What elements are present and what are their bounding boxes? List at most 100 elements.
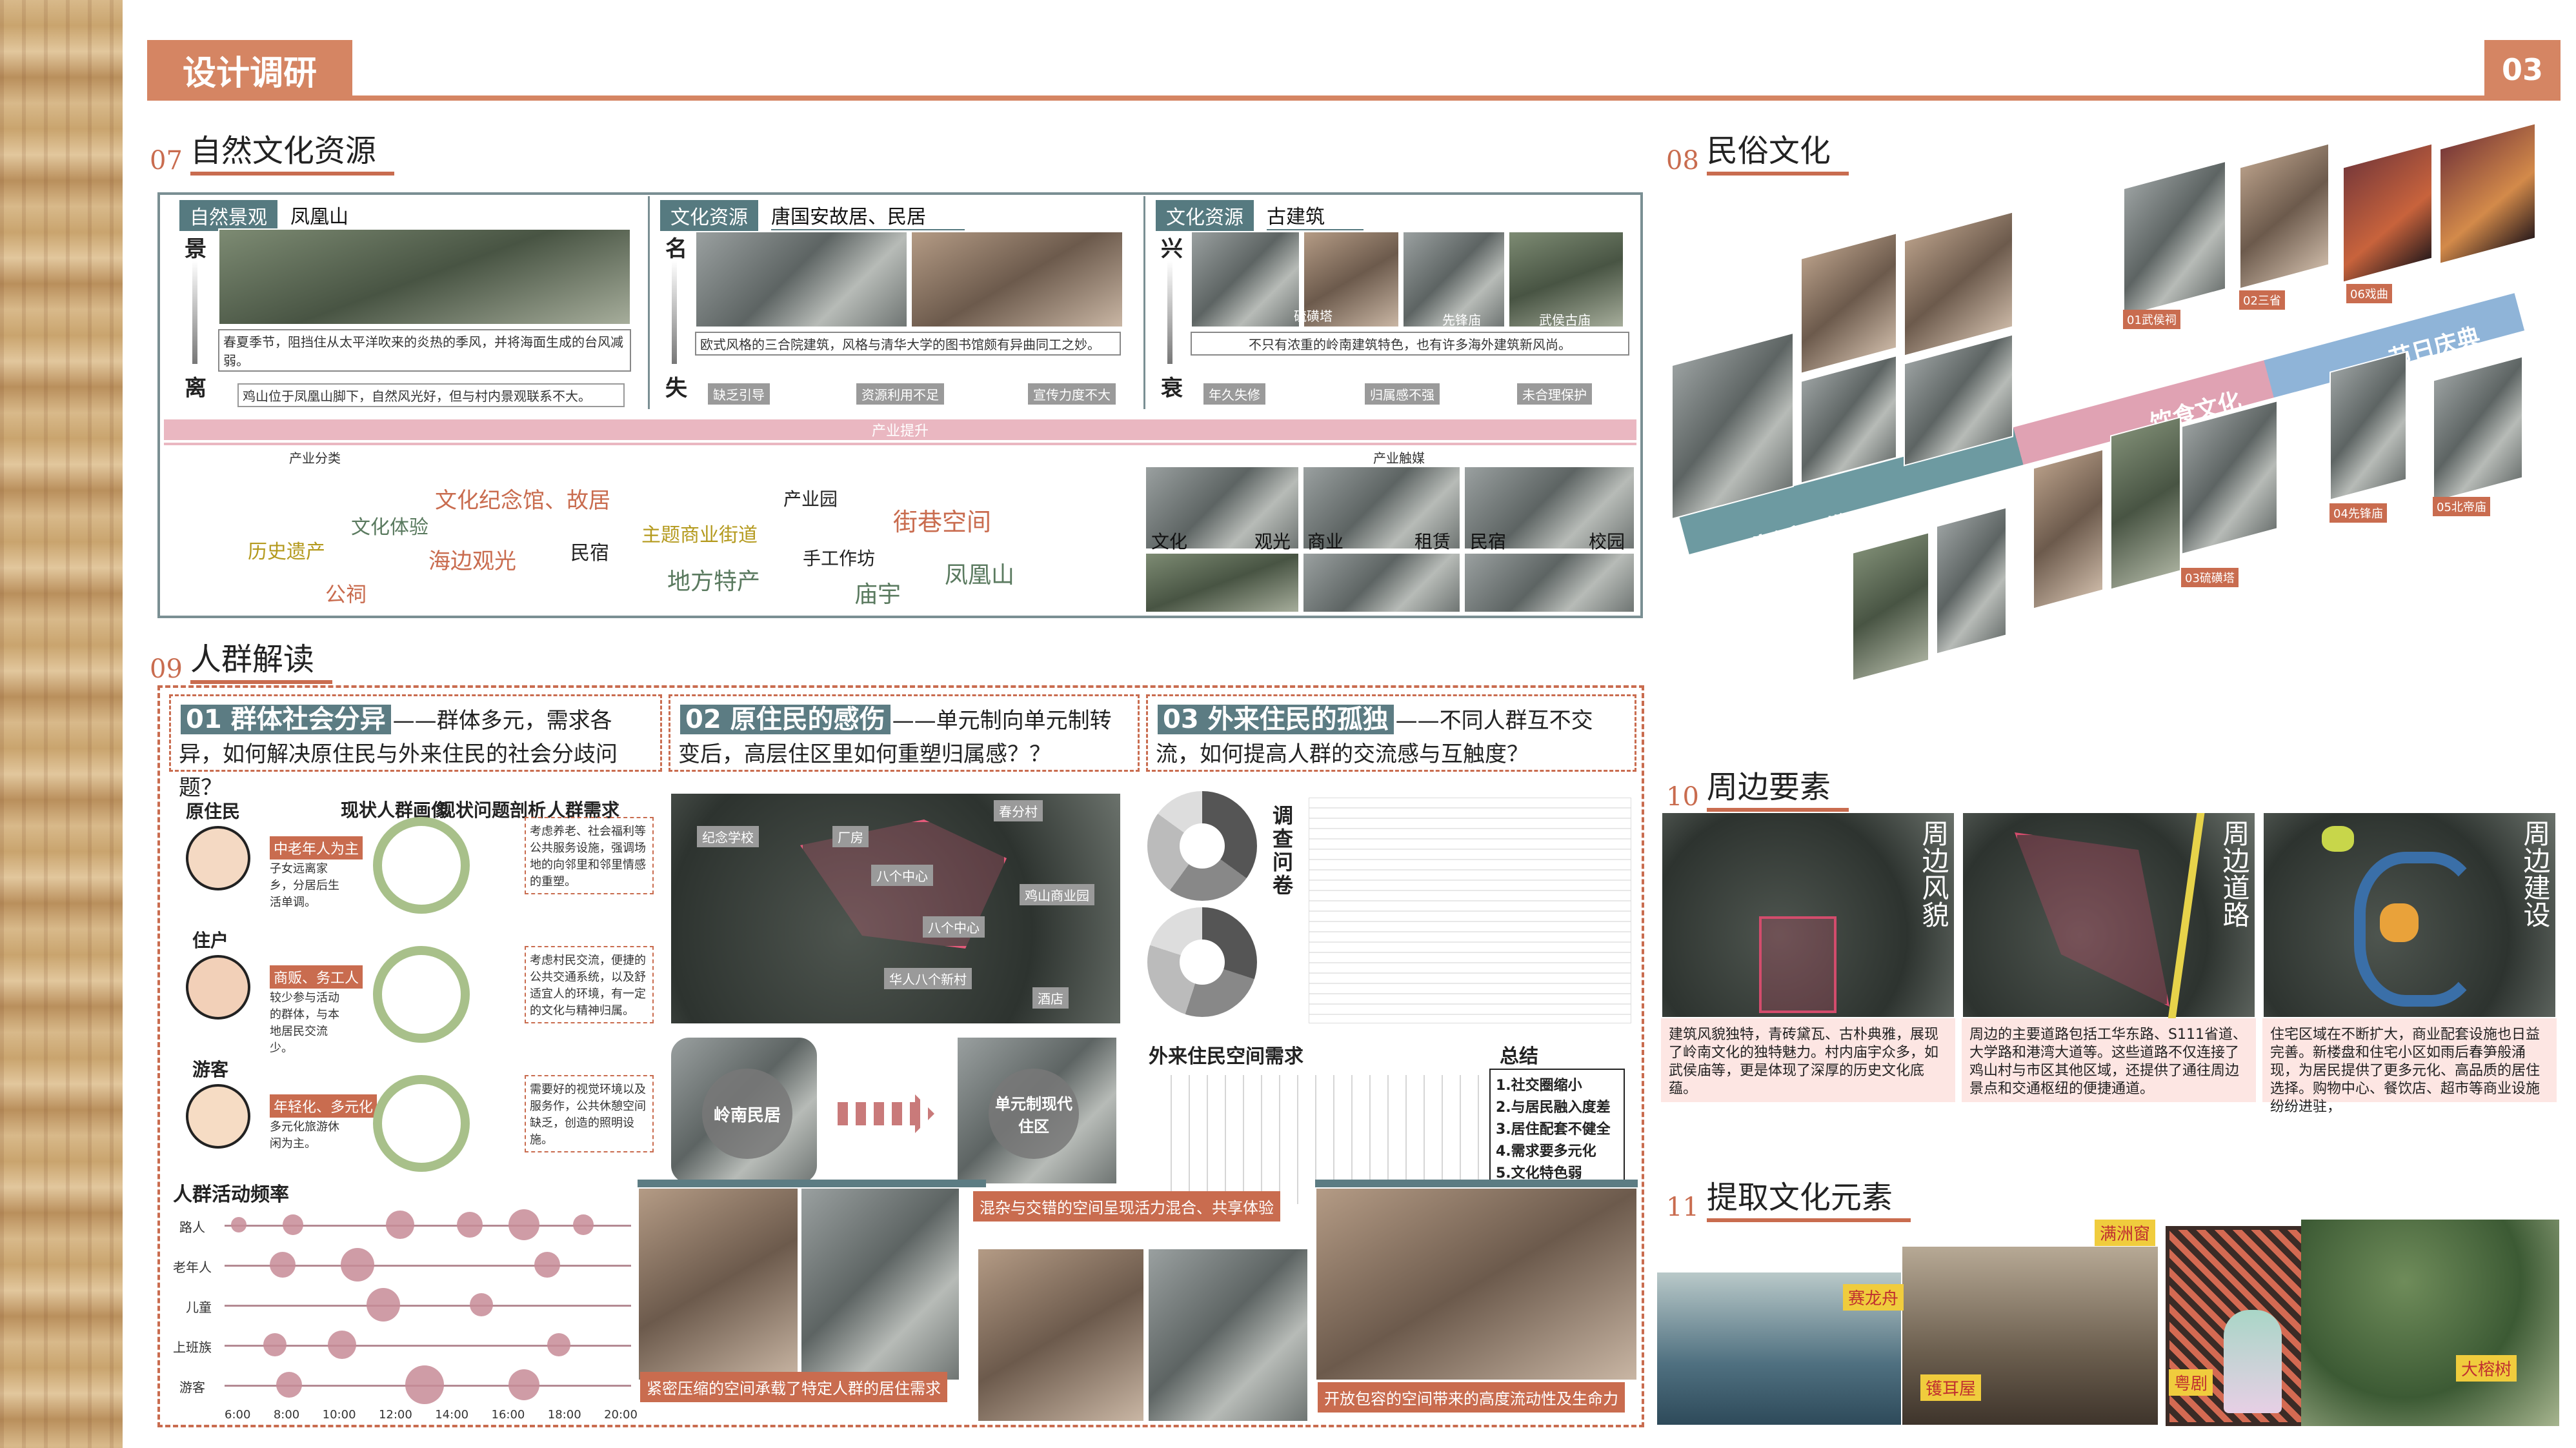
photo-caption: 开放包容的空间带来的高度流动性及生命力 — [1318, 1382, 1625, 1413]
resource-desc: 欧式风格的三合院建筑，风格与清华大学的图书馆颇有异曲同工之妙。 — [695, 332, 1121, 356]
folk-photo — [2239, 143, 2329, 290]
section-number: 09 — [150, 654, 183, 684]
side-top: 景 — [185, 236, 206, 262]
survey-title: 调查问卷 — [1273, 803, 1294, 898]
industry-word: 海边观光 — [428, 548, 516, 574]
street-photo — [1147, 1248, 1309, 1422]
freq-tick: 12:00 — [378, 1408, 412, 1422]
summary-item: 3.居住配套不健全 — [1496, 1121, 1611, 1138]
cantonese-opera-figure — [2224, 1310, 2282, 1413]
resource-desc-2: 鸡山位于凤凰山脚下，自然风光好，但与村内景观联系不大。 — [237, 383, 625, 407]
summary-title: 总结 — [1500, 1045, 1538, 1068]
photo-bar — [638, 1180, 986, 1187]
folk-photo — [2433, 356, 2523, 503]
map-label: 八个中心 — [871, 865, 933, 886]
section-number: 07 — [150, 146, 183, 176]
survey-sheet — [1309, 798, 1631, 1023]
freq-tick: 18:00 — [547, 1408, 581, 1422]
persona-name: 原住民 — [186, 801, 241, 822]
panel-text: 住宅区域在不断扩大，商业配套设施也日益完善。新楼盘和住宅小区如雨后春笋般涌现，为… — [2262, 1018, 2557, 1115]
section-number: 10 — [1666, 782, 1699, 812]
section-label: 提取文化元素 — [1706, 1172, 1911, 1222]
persona-need: 需要好的视觉环境以及服务作，公共休憩空间缺乏，创造的照明设施。 — [525, 1075, 654, 1152]
issue-label: 资源利用不足 — [856, 383, 944, 405]
folk-photo — [2033, 448, 2104, 610]
grid-label: 租赁 — [1414, 531, 1451, 552]
resource-name: 凤凰山 — [290, 201, 387, 230]
resource-name: 唐国安故居、民居 — [771, 201, 965, 230]
panel-text: 周边的主要道路包括工华东路、S111省道、大学路和港湾大道等。这些道路不仅连接了… — [1962, 1018, 2256, 1102]
section-09-title: 09 人群解读 — [150, 634, 332, 684]
persona-row: 住户 商贩、务工人 较少参与活动的群体，与本地居民交流少。 考虑村民交流，便捷的… — [173, 927, 663, 1055]
folk-photo — [2181, 399, 2278, 556]
culture-elements-collage: 赛龙舟 满洲窗 镬耳屋 粤剧 大榕树 — [1656, 1220, 2559, 1433]
folk-caption: 06戏曲 — [2346, 284, 2392, 303]
site-boundary — [2015, 832, 2169, 1007]
element-tag: 赛龙舟 — [1843, 1284, 1904, 1311]
grid-label: 民宿 — [1470, 531, 1507, 552]
section-number: 11 — [1666, 1192, 1699, 1222]
issue-head-title: 01 群体社会分异 — [179, 703, 393, 736]
problem-ring — [373, 1075, 470, 1172]
flow-right-label: 单元制现代住区 — [989, 1069, 1079, 1159]
banyan-tree-photo — [2301, 1220, 2559, 1426]
surroundings-map: 周边建设 — [2262, 812, 2557, 1018]
frequency-title: 人群活动频率 — [173, 1183, 289, 1206]
photo-label: 硫磺塔 — [1294, 308, 1333, 324]
side-arrow — [192, 261, 197, 364]
summary-item: 1.社交圈缩小 — [1496, 1078, 1582, 1094]
resource-tag: 文化资源 — [660, 200, 758, 231]
persona-tag: 中老年人为主 — [270, 836, 363, 860]
grid-photo — [1464, 552, 1635, 613]
crowd-analysis-panel: 01 群体社会分异 ——群体多元，需求各异，如何解决原住民与外来住民的社会分歧问题… — [157, 685, 1644, 1427]
industry-word: 产业园 — [783, 488, 838, 510]
street-photo — [977, 1248, 1145, 1422]
persona-tag: 年轻化、多元化 — [270, 1094, 377, 1118]
map-label: 华人八个新村 — [884, 968, 972, 989]
persona-row: 游客 年轻化、多元化 多元化旅游休闲为主。 需要好的视觉环境以及服务作，公共休憩… — [173, 1056, 663, 1178]
side-bottom: 离 — [185, 376, 206, 401]
development-marker — [2380, 903, 2419, 942]
folk-photo — [2329, 350, 2407, 501]
industry-word: 手工作坊 — [803, 548, 876, 569]
resource-desc: 春夏季节，阻挡住从太平洋吹来的炎热的季风，并将海面生成的台风减弱。 — [218, 329, 631, 372]
resource-name: 古建筑 — [1267, 201, 1363, 230]
folk-caption: 02三省 — [2239, 290, 2285, 310]
resource-desc: 不只有浓重的岭南建筑特色，也有许多海外建筑新风尚。 — [1191, 332, 1629, 356]
issue-head: 02 原住民的感伤 ——单元制向单元制转变后，高层住区里如何重塑归属感？？ — [669, 694, 1140, 772]
frequency-chart: 路人 老年人 儿童 上班族 游客 6:00 8:00 10:00 12:00 1… — [173, 1209, 644, 1423]
resource-column-2: 文化资源 唐国安故居、民居 名 失 欧式风格的三合院建筑，风格与清华大学的图书馆… — [648, 196, 1138, 409]
industry-word: 主题商业街道 — [641, 524, 758, 547]
persona-desc: 较少参与活动的群体，与本地居民交流少。 — [270, 991, 339, 1055]
grid-photo — [1145, 552, 1300, 613]
industry-upgrade-bar: 产业提升 — [164, 419, 1636, 440]
folk-culture-collage: 生活习俗 饮食文化 节日庆典 01武侯祠 02三省 03硫磺塔 04先锋庙 05… — [1658, 122, 2555, 736]
section-07-title: 07 自然文化资源 — [150, 125, 394, 176]
persona-avatar — [186, 955, 250, 1020]
freq-tick: 8:00 — [273, 1408, 300, 1422]
folk-photo — [1936, 507, 2007, 655]
flow-arrow — [838, 1094, 934, 1133]
street-photo — [1315, 1187, 1638, 1381]
resource-column-1: 自然景观 凤凰山 景 离 春夏季节，阻挡住从太平洋吹来的炎热的季风，并将海面生成… — [166, 196, 644, 409]
element-tag: 镬耳屋 — [1920, 1374, 1982, 1401]
element-tag: 粤剧 — [2169, 1369, 2213, 1396]
persona-rows: 原住民 中老年人为主 子女远离家乡，分居后生活单调。 考虑养老、社会福利等公共服… — [173, 798, 663, 1178]
grid-label: 商业 — [1307, 531, 1344, 552]
side-bottom: 衰 — [1161, 376, 1183, 401]
issue-label: 宣传力度不大 — [1028, 383, 1116, 405]
folk-photo — [1904, 211, 2013, 357]
folk-photo — [2439, 122, 2536, 265]
resources-panel: 自然景观 凤凰山 景 离 春夏季节，阻挡住从太平洋吹来的炎热的季风，并将海面生成… — [157, 192, 1643, 618]
industry-word: 公祠 — [325, 582, 367, 607]
persona-name: 游客 — [192, 1059, 229, 1080]
panel-label: 周边建设 — [2519, 820, 2551, 928]
coastline — [2354, 852, 2483, 1007]
panel-label: 周边风貌 — [1918, 820, 1949, 928]
problem-ring — [373, 946, 470, 1043]
decorative-painting-strip — [0, 0, 123, 1448]
freq-tick: 16:00 — [491, 1408, 525, 1422]
flow-left-label: 岭南民居 — [702, 1069, 792, 1159]
industry-photo-grid: 文化 观光 商业 租赁 民宿 校园 — [1145, 466, 1638, 614]
industry-word: 文化纪念馆、故居 — [435, 488, 610, 514]
